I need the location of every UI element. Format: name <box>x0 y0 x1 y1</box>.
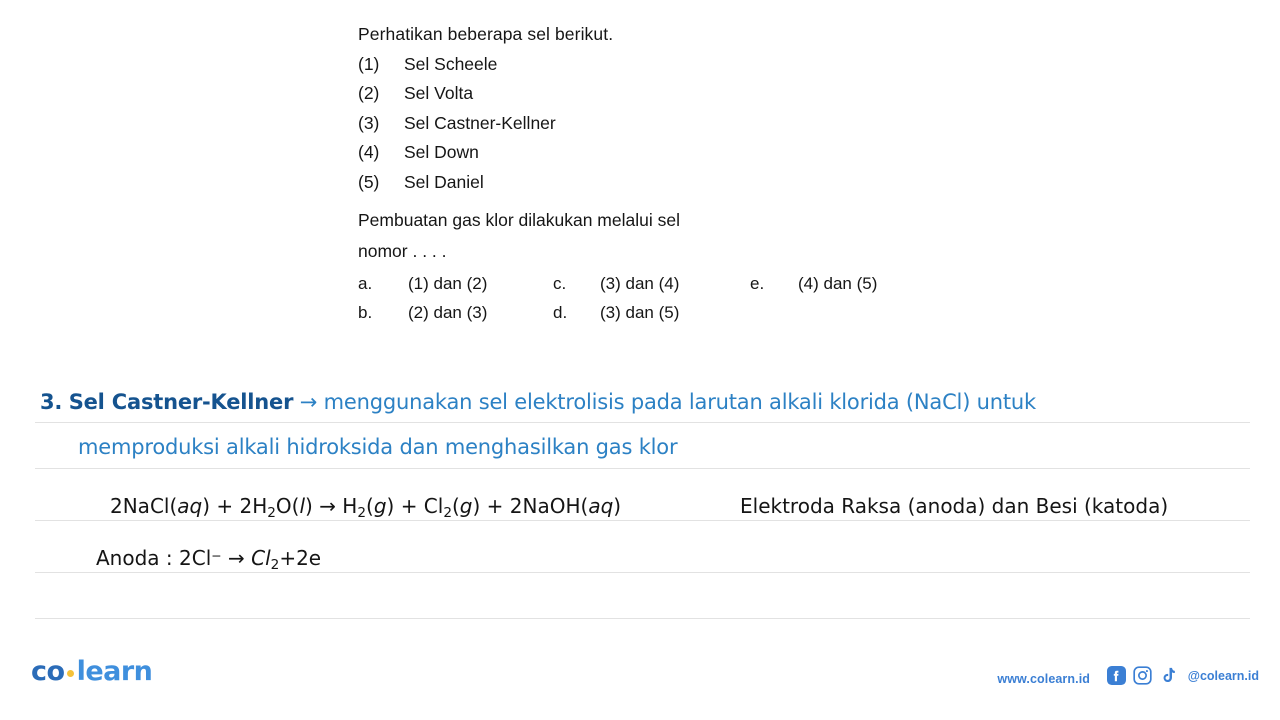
answer-number: 3. <box>40 390 63 414</box>
instagram-icon[interactable] <box>1133 666 1152 685</box>
subscript: 2 <box>267 504 276 521</box>
list-item: (5) Sel Daniel <box>358 171 978 192</box>
ruled-line <box>35 468 1250 469</box>
option-letter-c: c. <box>553 274 567 293</box>
social-handle[interactable]: @colearn.id <box>1188 669 1259 683</box>
answer-heading: 3. Sel Castner-Kellner → menggunakan sel… <box>40 392 1036 413</box>
cell-list: (1) Sel Scheele (2) Sel Volta (3) Sel Castn… <box>358 53 978 192</box>
list-item-number: (2) <box>358 83 380 103</box>
answer-body-line-2: memproduksi alkali hidroksida dan mengha… <box>78 435 678 459</box>
equation-segment: ) → H <box>305 494 358 518</box>
list-item-label: Sel Castner-Kellner <box>404 112 556 133</box>
social-links: @colearn.id <box>1106 666 1259 685</box>
overall-equation: 2NaCl(aq) + 2H2O(l) → H2(g) + Cl2(g) + 2… <box>110 496 621 520</box>
logo-text-learn: learn <box>76 656 153 687</box>
equation-segment: O( <box>275 494 300 518</box>
list-item-number: (4) <box>358 142 380 162</box>
footer: co learn www.colearn.id @colearn.id <box>0 648 1280 720</box>
answer-body-line-1: menggunakan sel elektrolisis pada laruta… <box>323 390 1037 414</box>
question-block: Perhatikan beberapa sel berikut. (1) Sel … <box>358 24 978 321</box>
colearn-logo: co learn <box>31 656 153 687</box>
option-letter-b: b. <box>358 303 373 322</box>
logo-dot-icon <box>66 670 74 677</box>
option-letter-e: e. <box>750 274 765 293</box>
state-symbol-aq: aq <box>588 494 614 518</box>
equation-segment: ) + 2NaOH( <box>472 494 589 518</box>
option-text-c[interactable]: (3) dan (4) <box>600 275 750 292</box>
anode-product: Cl <box>251 546 271 570</box>
equation-segment: ( <box>451 494 460 518</box>
tiktok-icon[interactable] <box>1159 666 1178 685</box>
facebook-icon[interactable] <box>1106 666 1126 685</box>
state-symbol-g: g <box>459 494 473 518</box>
state-symbol-aq: aq <box>177 494 203 518</box>
option-spacer <box>798 304 958 321</box>
website-url[interactable]: www.colearn.id <box>997 672 1090 686</box>
anode-label: Anoda : 2Cl <box>96 546 212 570</box>
list-item-label: Sel Daniel <box>404 171 484 192</box>
option-letter-d: d. <box>553 303 568 322</box>
list-item: (3) Sel Castner-Kellner <box>358 112 978 133</box>
option-text-e[interactable]: (4) dan (5) <box>798 275 958 292</box>
ruled-line <box>35 422 1250 423</box>
option-spacer <box>750 304 798 321</box>
electrode-note: Elektroda Raksa (anoda) dan Besi (katoda… <box>740 494 1169 518</box>
question-prompt-line-2: nomor . . . . <box>358 240 447 261</box>
list-item: (1) Sel Scheele <box>358 53 978 74</box>
list-item-label: Sel Down <box>404 142 479 162</box>
question-prompt-line-1: Pembuatan gas klor dilakukan melalui sel <box>358 210 680 230</box>
ruled-line <box>35 618 1250 619</box>
equation-segment: ) + Cl <box>386 494 444 518</box>
subscript: 2 <box>443 504 452 521</box>
subscript: 2 <box>270 556 280 573</box>
option-letter-a: a. <box>358 274 373 293</box>
arrow-icon: → <box>228 546 245 570</box>
question-intro: Perhatikan beberapa sel berikut. <box>358 24 614 44</box>
option-text-d[interactable]: (3) dan (5) <box>600 304 750 321</box>
anode-half-reaction: Anoda : 2Cl− → Cl2+2e <box>96 548 321 572</box>
state-symbol-g: g <box>373 494 387 518</box>
equation-segment: ) <box>613 494 622 518</box>
logo-text-co: co <box>31 656 65 687</box>
option-text-b[interactable]: (2) dan (3) <box>408 304 553 321</box>
list-item-number: (5) <box>358 171 380 192</box>
list-item-number: (3) <box>358 112 380 133</box>
anode-electrons: +2e <box>279 546 322 570</box>
list-item: (2) Sel Volta <box>358 83 978 103</box>
list-item: (4) Sel Down <box>358 142 978 162</box>
answer-term: Sel Castner-Kellner <box>68 390 294 414</box>
option-text-a[interactable]: (1) dan (2) <box>408 275 553 292</box>
equation-segment: 2NaCl( <box>110 494 178 518</box>
answer-options: a. (1) dan (2) c. (3) dan (4) e. (4) dan… <box>358 275 978 321</box>
equation-segment: ) + 2H <box>202 494 268 518</box>
subscript: 2 <box>357 504 367 521</box>
equation-segment: ( <box>366 494 374 518</box>
list-item-label: Sel Scheele <box>404 53 498 74</box>
arrow-icon: → <box>299 390 318 414</box>
list-item-label: Sel Volta <box>404 83 474 103</box>
list-item-number: (1) <box>358 53 380 74</box>
charge-superscript: − <box>211 547 222 563</box>
